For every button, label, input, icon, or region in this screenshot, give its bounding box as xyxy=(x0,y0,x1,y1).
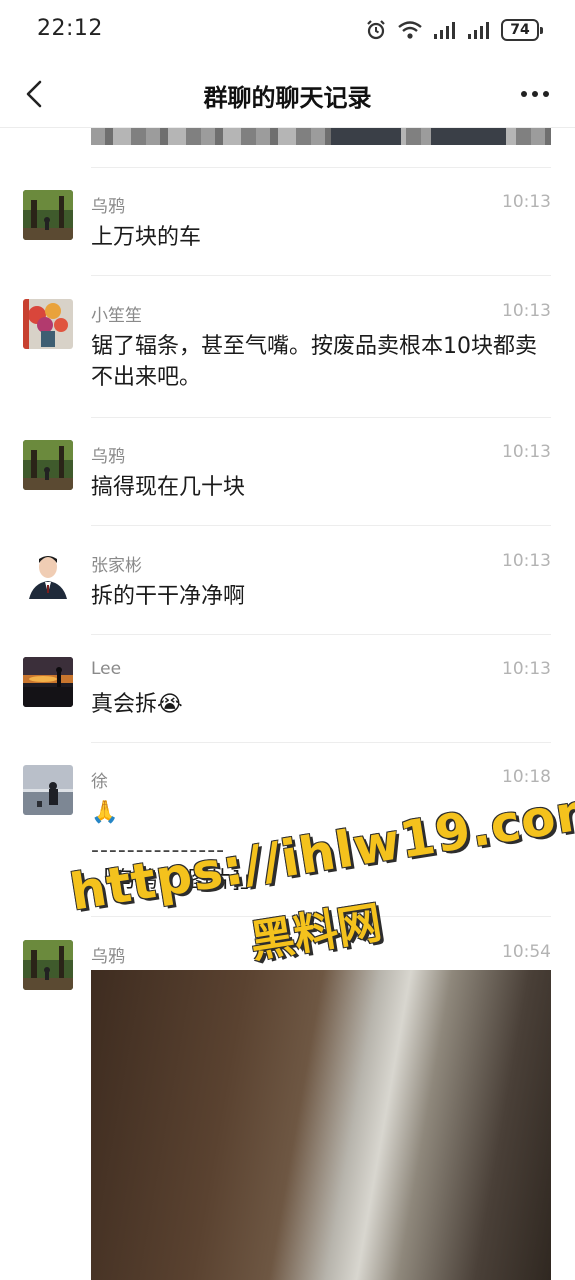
divider xyxy=(91,275,551,276)
list-item[interactable]: 张家彬 10:13 拆的干干净净啊 xyxy=(0,549,575,635)
image-dark-patch xyxy=(331,128,401,145)
message-text: 拆的干干净净啊 xyxy=(91,584,246,609)
image-dark-patch xyxy=(431,128,506,145)
page-title: 群聊的聊天记录 xyxy=(203,84,372,112)
message-text: 真会拆😭 xyxy=(91,692,183,717)
chat-history[interactable]: 乌鸦 10:13 上万块的车 小笙笙 10:13 锯了辐条，甚至气嘴。按废品卖根… xyxy=(0,128,575,1280)
list-item[interactable]: 乌鸦 10:13 上万块的车 xyxy=(0,190,575,276)
list-item[interactable]: 乌鸦 10:13 搞得现在几十块 xyxy=(0,440,575,526)
sender-name: 徐 xyxy=(91,772,108,792)
list-item[interactable]: Lee 10:13 真会拆😭 xyxy=(0,657,575,743)
status-icons: 74 xyxy=(365,18,543,42)
message-text: 锯了辐条，甚至气嘴。按废品卖根本10块都卖不出来吧。 xyxy=(91,334,537,390)
message-text: 搞得现在几十块 xyxy=(91,475,246,500)
avatar[interactable] xyxy=(23,549,73,599)
sender-name: 乌鸦 xyxy=(91,197,125,217)
message-time: 10:13 xyxy=(502,551,551,571)
message-time: 10:13 xyxy=(502,192,551,212)
watermark-brand: 黑料网 xyxy=(246,897,386,969)
sender-name: 小笙笙 xyxy=(91,306,142,326)
divider xyxy=(91,742,551,743)
divider xyxy=(91,634,551,635)
avatar[interactable] xyxy=(23,765,73,815)
signal-icon xyxy=(467,20,491,40)
divider xyxy=(91,167,551,168)
wifi-icon xyxy=(397,19,423,41)
message-time: 10:13 xyxy=(502,301,551,321)
status-time: 22:12 xyxy=(37,16,103,41)
nav-bar: 群聊的聊天记录 xyxy=(0,60,575,128)
signal-icon xyxy=(433,20,457,40)
message-time: 10:13 xyxy=(502,442,551,462)
avatar[interactable] xyxy=(23,657,73,707)
avatar[interactable] xyxy=(23,299,73,349)
message-image[interactable] xyxy=(91,970,551,1280)
avatar[interactable] xyxy=(23,940,73,990)
previous-image-fragment[interactable] xyxy=(91,128,551,145)
avatar[interactable] xyxy=(23,190,73,240)
list-item[interactable]: 小笙笙 10:13 锯了辐条，甚至气嘴。按废品卖根本10块都卖不出来吧。 xyxy=(0,299,575,417)
battery-icon: 74 xyxy=(501,19,543,41)
message-text: 上万块的车 xyxy=(91,225,202,250)
divider xyxy=(91,417,551,418)
sender-name: Lee xyxy=(91,659,122,679)
sender-name: 张家彬 xyxy=(91,556,142,576)
more-dots-icon[interactable] xyxy=(515,74,555,114)
message-time: 10:13 xyxy=(502,659,551,679)
avatar[interactable] xyxy=(23,440,73,490)
status-bar: 22:12 74 xyxy=(0,0,575,60)
divider xyxy=(91,525,551,526)
sender-name: 乌鸦 xyxy=(91,447,125,467)
alarm-icon xyxy=(365,19,387,41)
